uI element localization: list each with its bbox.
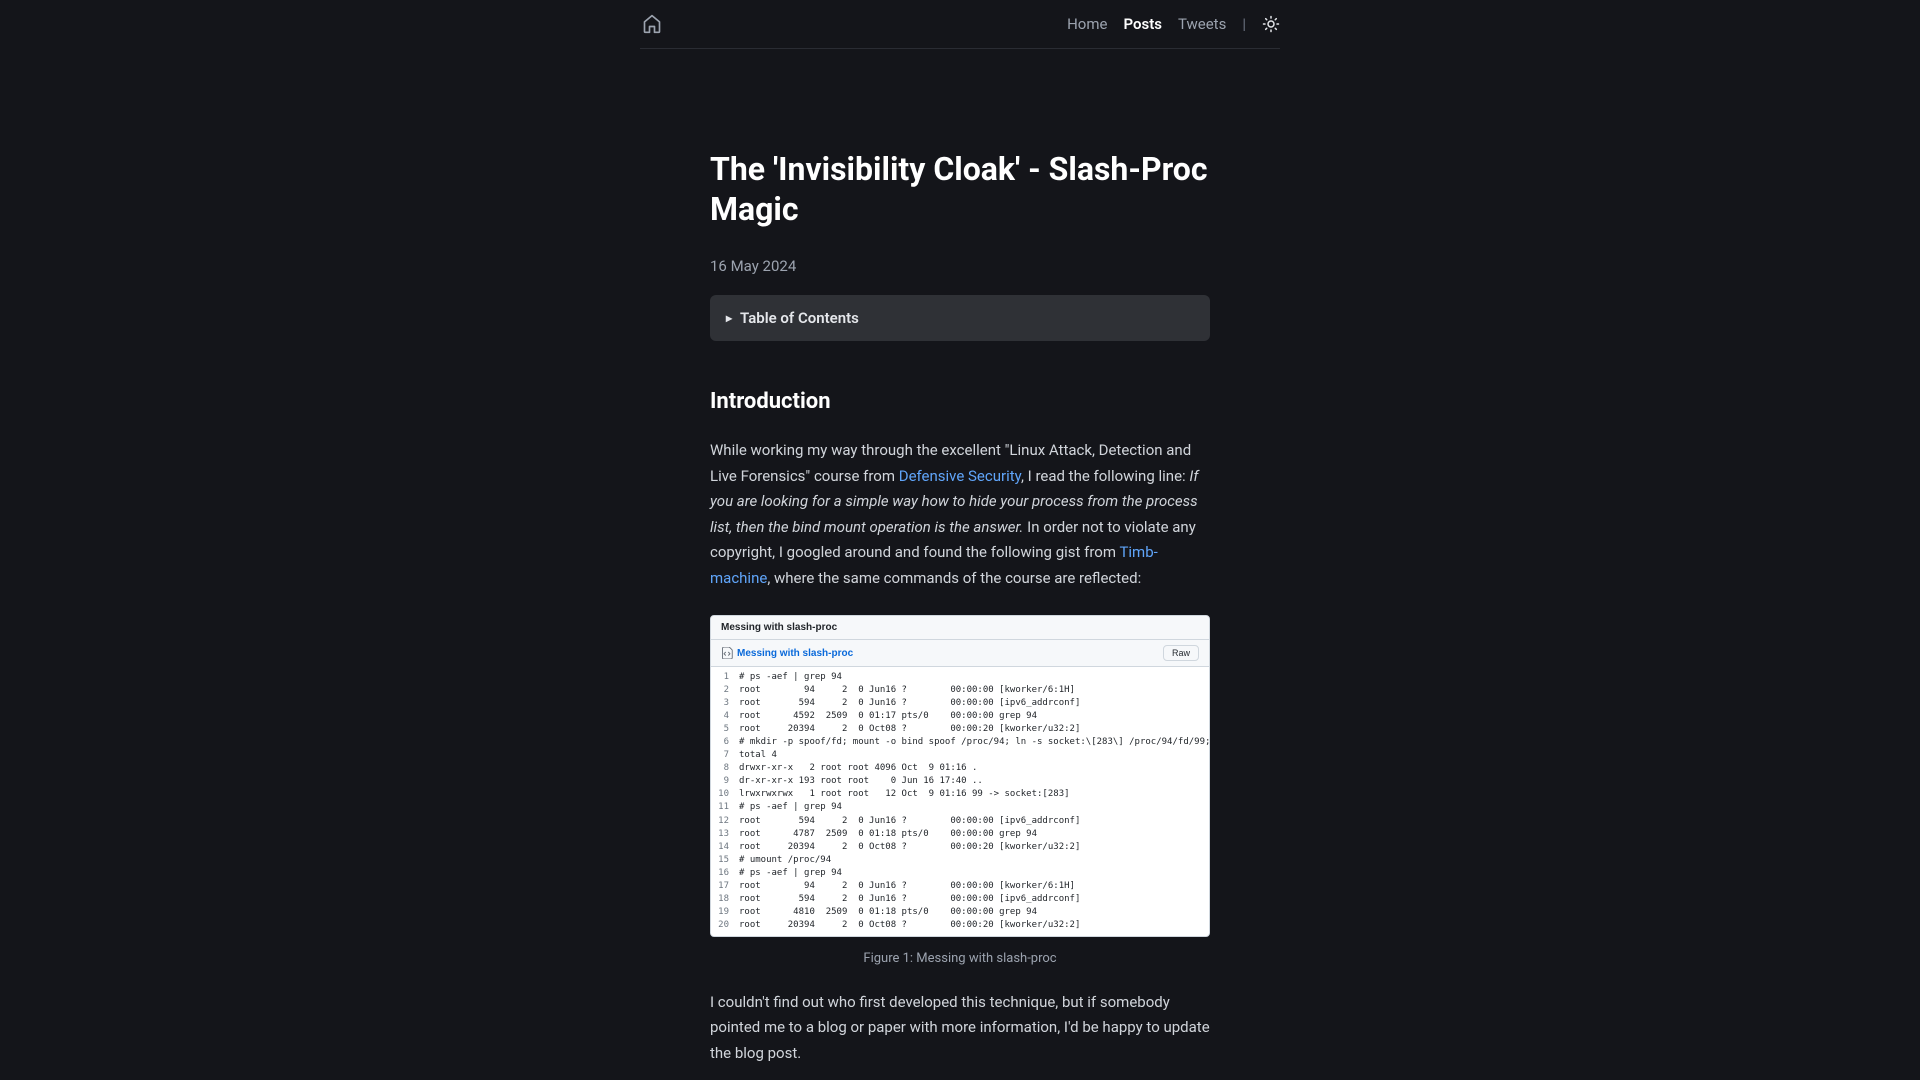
gist-embed: Messing with slash-proc Messing with sla… <box>710 615 1210 937</box>
gist-line-code: root 94 2 0 Jun16 ? 00:00:00 [kworker/6:… <box>739 684 1085 697</box>
section-title-introduction: Introduction <box>710 389 1210 414</box>
gist-line-number: 17 <box>711 880 739 893</box>
nav-link-tweets[interactable]: Tweets <box>1178 15 1226 33</box>
gist-line-number: 20 <box>711 919 739 932</box>
gist-line-number: 10 <box>711 788 739 801</box>
gist-line-code: # umount /proc/94 <box>739 854 841 867</box>
gist-filename-text: Messing with slash-proc <box>737 648 853 659</box>
gist-line: 4root 4592 2509 0 01:17 pts/0 00:00:00 g… <box>711 710 1209 723</box>
gist-line-code: total 4 <box>739 749 787 762</box>
nav-separator: | <box>1242 15 1246 33</box>
gist-line: 12root 594 2 0 Jun16 ? 00:00:00 [ipv6_ad… <box>711 815 1209 828</box>
gist-line-code: root 4592 2509 0 01:17 pts/0 00:00:00 gr… <box>739 710 1047 723</box>
sun-icon <box>1262 15 1280 33</box>
gist-line-code: lrwxrwxrwx 1 root root 12 Oct 9 01:16 99… <box>739 788 1080 801</box>
table-of-contents[interactable]: Table of Contents <box>710 295 1210 341</box>
post-content: The 'Invisibility Cloak' - Slash-Proc Ma… <box>710 49 1210 1066</box>
intro-paragraph-2: I couldn't find out who first developed … <box>710 990 1210 1067</box>
gist-line-code: root 594 2 0 Jun16 ? 00:00:00 [ipv6_addr… <box>739 697 1090 710</box>
gist-line-code: root 594 2 0 Jun16 ? 00:00:00 [ipv6_addr… <box>739 893 1090 906</box>
home-icon-link[interactable] <box>640 12 664 36</box>
gist-line: 8drwxr-xr-x 2 root root 4096 Oct 9 01:16… <box>711 762 1209 775</box>
gist-file-bar: Messing with slash-proc Raw <box>711 640 1209 667</box>
gist-title: Messing with slash-proc <box>711 616 1209 640</box>
gist-line-number: 19 <box>711 906 739 919</box>
figure-1-caption: Figure 1: Messing with slash-proc <box>710 951 1210 966</box>
post-date: 16 May 2024 <box>710 257 1210 275</box>
gist-line-number: 2 <box>711 684 739 697</box>
gist-line-number: 8 <box>711 762 739 775</box>
intro-paragraph-1: While working my way through the excelle… <box>710 438 1210 591</box>
gist-line-number: 12 <box>711 815 739 828</box>
gist-line: 2root 94 2 0 Jun16 ? 00:00:00 [kworker/6… <box>711 684 1209 697</box>
gist-line: 6# mkdir -p spoof/fd; mount -o bind spoo… <box>711 736 1209 749</box>
gist-line: 15# umount /proc/94 <box>711 854 1209 867</box>
link-defensive-security[interactable]: Defensive Security <box>899 467 1021 485</box>
gist-line: 19root 4810 2509 0 01:18 pts/0 00:00:00 … <box>711 906 1209 919</box>
post-title: The 'Invisibility Cloak' - Slash-Proc Ma… <box>710 149 1210 229</box>
gist-line: 5root 20394 2 0 Oct08 ? 00:00:20 [kworke… <box>711 723 1209 736</box>
gist-line-code: root 4810 2509 0 01:18 pts/0 00:00:00 gr… <box>739 906 1047 919</box>
gist-line-code: root 94 2 0 Jun16 ? 00:00:00 [kworker/6:… <box>739 880 1085 893</box>
gist-line: 3root 594 2 0 Jun16 ? 00:00:00 [ipv6_add… <box>711 697 1209 710</box>
gist-line-number: 6 <box>711 736 739 749</box>
gist-line-code: root 20394 2 0 Oct08 ? 00:00:20 [kworker… <box>739 723 1090 736</box>
gist-line: 11# ps -aef | grep 94 <box>711 801 1209 814</box>
gist-line-number: 5 <box>711 723 739 736</box>
nav-link-posts[interactable]: Posts <box>1123 15 1161 33</box>
gist-line: 7total 4 <box>711 749 1209 762</box>
gist-line: 1# ps -aef | grep 94 <box>711 671 1209 684</box>
gist-line: 16# ps -aef | grep 94 <box>711 867 1209 880</box>
toc-summary[interactable]: Table of Contents <box>726 309 1194 327</box>
primary-nav: Home Posts Tweets | <box>1067 15 1280 33</box>
gist-line-code: # ps -aef | grep 94 <box>739 671 852 684</box>
intro-text-d: , where the same commands of the course … <box>767 569 1141 587</box>
theme-toggle-button[interactable] <box>1262 15 1280 33</box>
gist-line-number: 4 <box>711 710 739 723</box>
gist-line-number: 18 <box>711 893 739 906</box>
site-header: Home Posts Tweets | <box>640 0 1280 49</box>
gist-line-number: 16 <box>711 867 739 880</box>
figure-1: Messing with slash-proc Messing with sla… <box>710 615 1210 966</box>
gist-line-number: 7 <box>711 749 739 762</box>
intro-text-b: , I read the following line: <box>1021 467 1189 485</box>
gist-line-number: 3 <box>711 697 739 710</box>
gist-line-code: drwxr-xr-x 2 root root 4096 Oct 9 01:16 … <box>739 762 987 775</box>
gist-line-number: 13 <box>711 828 739 841</box>
gist-line-number: 15 <box>711 854 739 867</box>
gist-line-code: root 20394 2 0 Oct08 ? 00:00:20 [kworker… <box>739 841 1090 854</box>
gist-line-number: 9 <box>711 775 739 788</box>
gist-line-code: # mkdir -p spoof/fd; mount -o bind spoof… <box>739 736 1210 749</box>
gist-line: 14root 20394 2 0 Oct08 ? 00:00:20 [kwork… <box>711 841 1209 854</box>
home-icon <box>642 14 662 34</box>
gist-line-code: root 20394 2 0 Oct08 ? 00:00:20 [kworker… <box>739 919 1090 932</box>
gist-line: 20root 20394 2 0 Oct08 ? 00:00:20 [kwork… <box>711 919 1209 932</box>
gist-line-number: 14 <box>711 841 739 854</box>
gist-line-code: root 594 2 0 Jun16 ? 00:00:00 [ipv6_addr… <box>739 815 1090 828</box>
gist-line: 9dr-xr-xr-x 193 root root 0 Jun 16 17:40… <box>711 775 1209 788</box>
gist-line: 17root 94 2 0 Jun16 ? 00:00:00 [kworker/… <box>711 880 1209 893</box>
gist-line-number: 11 <box>711 801 739 814</box>
gist-raw-button[interactable]: Raw <box>1163 645 1199 661</box>
gist-line: 10lrwxrwxrwx 1 root root 12 Oct 9 01:16 … <box>711 788 1209 801</box>
gist-line-number: 1 <box>711 671 739 684</box>
nav-link-home[interactable]: Home <box>1067 15 1107 33</box>
gist-line-code: # ps -aef | grep 94 <box>739 867 852 880</box>
gist-filename[interactable]: Messing with slash-proc <box>721 647 853 659</box>
file-code-icon <box>721 647 733 659</box>
gist-line: 13root 4787 2509 0 01:18 pts/0 00:00:00 … <box>711 828 1209 841</box>
gist-line-code: root 4787 2509 0 01:18 pts/0 00:00:00 gr… <box>739 828 1047 841</box>
gist-line: 18root 594 2 0 Jun16 ? 00:00:00 [ipv6_ad… <box>711 893 1209 906</box>
gist-code-body: 1# ps -aef | grep 942root 94 2 0 Jun16 ?… <box>711 667 1209 936</box>
gist-line-code: dr-xr-xr-x 193 root root 0 Jun 16 17:40 … <box>739 775 993 788</box>
gist-line-code: # ps -aef | grep 94 <box>739 801 852 814</box>
